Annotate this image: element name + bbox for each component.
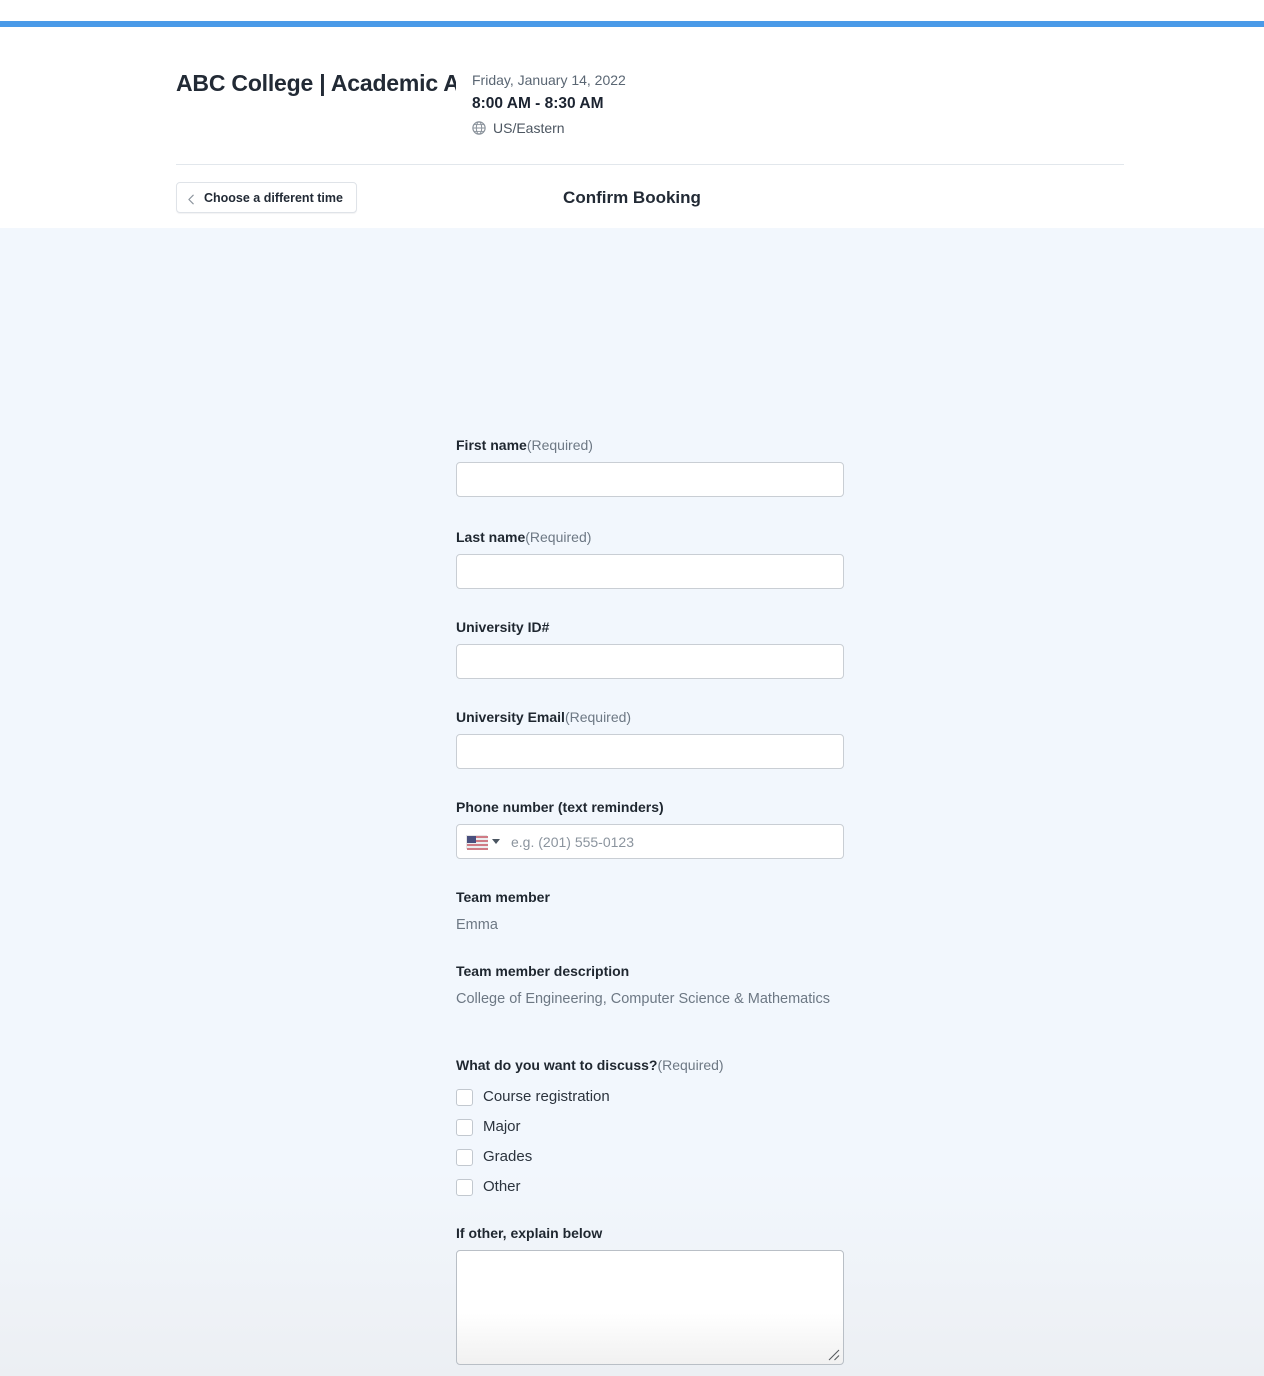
required-marker: (Required): [525, 529, 592, 545]
phone-input[interactable]: [456, 824, 844, 859]
phone-input-wrapper: [456, 824, 844, 859]
checkbox-major[interactable]: Major: [456, 1112, 844, 1142]
other-explain-label: If other, explain below: [456, 1225, 603, 1241]
team-member-field: Team member Emma: [456, 888, 844, 936]
last-name-field: Last name(Required): [456, 528, 844, 589]
university-email-field: University Email(Required): [456, 708, 844, 769]
country-code-selector[interactable]: [466, 824, 500, 859]
phone-field: Phone number (text reminders): [456, 798, 844, 859]
team-member-description-field: Team member description College of Engin…: [456, 962, 844, 1010]
university-email-input[interactable]: [456, 734, 844, 769]
back-button-label: Choose a different time: [204, 190, 343, 205]
university-id-label: University ID#: [456, 619, 550, 635]
checkbox-box[interactable]: [456, 1088, 473, 1106]
required-marker: (Required): [657, 1057, 724, 1073]
checkbox-box[interactable]: [456, 1148, 473, 1166]
caret-down-icon: [492, 839, 500, 844]
first-name-field: First name(Required): [456, 436, 844, 497]
checkbox-label: Course registration: [483, 1088, 610, 1105]
checkbox-box[interactable]: [456, 1118, 473, 1136]
other-explain-textarea-wrapper: [456, 1250, 844, 1365]
phone-label: Phone number (text reminders): [456, 799, 664, 815]
checkbox-course-registration[interactable]: Course registration: [456, 1082, 844, 1112]
booking-time-range: 8:00 AM - 8:30 AM: [472, 95, 604, 112]
other-explain-textarea[interactable]: [456, 1250, 844, 1365]
university-id-field: University ID#: [456, 618, 844, 679]
booking-summary-card: Friday, January 14, 2022 8:00 AM - 8:30 …: [456, 53, 844, 142]
checkbox-label: Major: [483, 1118, 521, 1135]
us-flag-icon: [466, 834, 488, 850]
team-member-value: Emma: [456, 917, 498, 933]
team-member-label: Team member: [456, 889, 550, 905]
booking-date: Friday, January 14, 2022: [472, 72, 626, 88]
university-email-label: University Email(Required): [456, 709, 632, 725]
first-name-label: First name(Required): [456, 437, 593, 453]
discuss-field: What do you want to discuss?(Required) C…: [456, 1056, 844, 1202]
team-member-description-label: Team member description: [456, 963, 630, 979]
required-marker: (Required): [526, 437, 593, 453]
discuss-label: What do you want to discuss?(Required): [456, 1057, 724, 1073]
checkbox-label: Other: [483, 1178, 521, 1195]
booking-timezone-row: US/Eastern: [472, 119, 844, 137]
header-divider: [176, 164, 1124, 165]
checkbox-label: Grades: [483, 1148, 533, 1165]
checkbox-grades[interactable]: Grades: [456, 1142, 844, 1172]
team-member-description-value: College of Engineering, Computer Science…: [456, 991, 830, 1007]
checkbox-other[interactable]: Other: [456, 1172, 844, 1202]
chevron-left-icon: [186, 192, 197, 205]
booking-timezone-label: US/Eastern: [493, 120, 565, 136]
choose-different-time-button[interactable]: Choose a different time: [176, 182, 357, 213]
checkbox-box[interactable]: [456, 1178, 473, 1196]
last-name-label: Last name(Required): [456, 529, 592, 545]
required-marker: (Required): [564, 709, 632, 725]
globe-icon: [472, 121, 486, 135]
university-id-input[interactable]: [456, 644, 844, 679]
other-explain-field: If other, explain below: [456, 1224, 844, 1365]
first-name-input[interactable]: [456, 462, 844, 497]
last-name-input[interactable]: [456, 554, 844, 589]
